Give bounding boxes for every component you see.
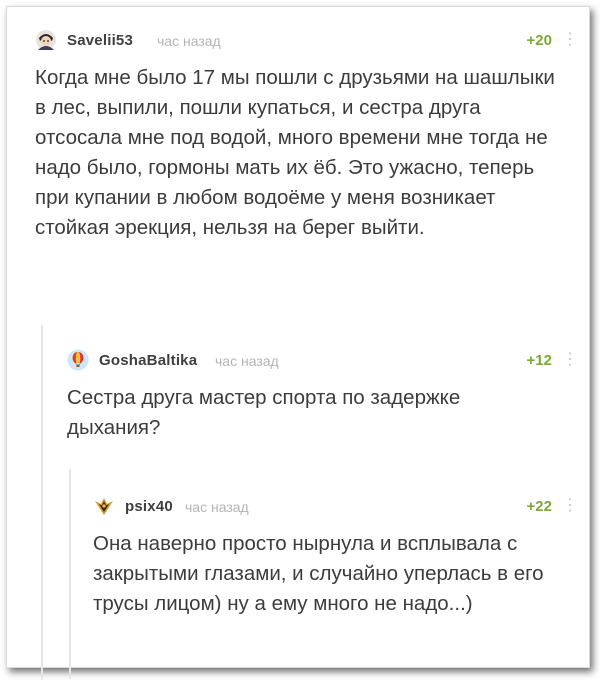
comment-header: GoshaBaltika час назад +12 ⋮ — [67, 345, 580, 377]
vertical-dots-icon[interactable]: ⋮ — [562, 495, 578, 517]
thread-line[interactable] — [41, 325, 43, 680]
thread-line[interactable] — [69, 469, 71, 679]
comment-time: час назад — [185, 499, 249, 515]
rating-value: +22 — [526, 498, 552, 515]
comment-reply: GoshaBaltika час назад +12 ⋮ Сестра друг… — [67, 345, 580, 443]
comment: Savelii53 час назад +20 ⋮ Когда мне было… — [35, 25, 580, 243]
rating-value: +20 — [526, 32, 552, 49]
username[interactable]: psix40 — [125, 498, 173, 515]
comment-text: Она наверно просто нырнула и всплывала с… — [93, 532, 544, 615]
anime-character-avatar-icon[interactable] — [35, 29, 57, 51]
vertical-dots-icon[interactable]: ⋮ — [562, 349, 578, 371]
screenshot-frame: Savelii53 час назад +20 ⋮ Когда мне было… — [6, 6, 590, 680]
username[interactable]: Savelii53 — [67, 32, 133, 49]
comment-header: Savelii53 час назад +20 ⋮ — [35, 25, 580, 57]
comment-text: Сестра друга мастер спорта по задержке д… — [67, 386, 461, 439]
username[interactable]: GoshaBaltika — [99, 352, 197, 369]
hot-air-balloon-avatar-icon[interactable] — [67, 349, 89, 371]
comment-reply: psix40 час назад +22 ⋮ Она наверно прост… — [93, 491, 580, 619]
comment-text: Когда мне было 17 мы пошли с друзьями на… — [35, 66, 555, 239]
comment-time: час назад — [157, 33, 221, 49]
comment-header: psix40 час назад +22 ⋮ — [93, 491, 580, 523]
vertical-dots-icon[interactable]: ⋮ — [562, 29, 578, 51]
rating-value: +12 — [526, 352, 552, 369]
comment-time: час назад — [215, 353, 279, 369]
winged-emblem-avatar-icon[interactable] — [93, 495, 115, 517]
